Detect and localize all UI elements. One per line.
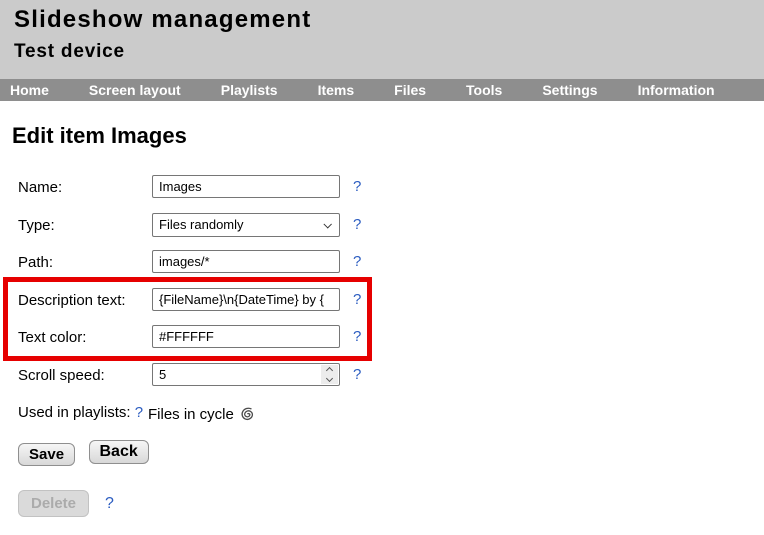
type-label: Type: — [18, 216, 55, 234]
scroll-speed-label: Scroll speed: — [18, 366, 105, 384]
edit-item-form: Name: ? Type: Files randomly ? Path: ? D… — [18, 175, 361, 400]
nav-item-settings[interactable]: Settings — [542, 82, 597, 98]
form-row-name: Name: ? — [18, 175, 361, 213]
used-in-playlists-row: Used in playlists: ? Files in cycle — [18, 398, 256, 423]
nav-item-items[interactable]: Items — [318, 82, 355, 98]
text-color-help-link[interactable]: ? — [353, 325, 361, 345]
nav-item-screen-layout[interactable]: Screen layout — [89, 82, 181, 98]
text-color-label: Text color: — [18, 329, 87, 346]
description-text-input[interactable] — [152, 287, 340, 311]
text-color-input[interactable] — [152, 325, 340, 348]
type-help-link[interactable]: ? — [353, 213, 361, 233]
playlist-link[interactable]: Files in cycle — [148, 406, 234, 423]
delete-help-link[interactable]: ? — [105, 495, 114, 513]
spinner-up-icon[interactable] — [325, 366, 334, 374]
form-row-path: Path: ? — [18, 250, 361, 288]
device-name: Test device — [14, 41, 125, 62]
app-title: Slideshow management — [14, 6, 312, 33]
form-row-description-text: Description text: ? — [18, 287, 361, 326]
description-text-help-link[interactable]: ? — [353, 288, 361, 308]
scroll-speed-input[interactable] — [152, 362, 340, 386]
delete-button: Delete — [18, 490, 90, 517]
form-row-text-color: Text color: ? — [18, 325, 361, 363]
action-buttons: Save Back — [18, 440, 149, 467]
path-label: Path: — [18, 254, 54, 271]
spinner-down-icon[interactable] — [325, 374, 334, 382]
used-in-playlists-label: Used in playlists: — [18, 404, 131, 421]
used-in-playlists-value: Files in cycle — [148, 398, 256, 423]
path-help-link[interactable]: ? — [353, 250, 361, 270]
description-text-label: Description text: — [18, 291, 126, 309]
path-input[interactable] — [152, 250, 340, 273]
name-input[interactable] — [152, 175, 340, 198]
scroll-speed-help-link[interactable]: ? — [353, 363, 361, 383]
save-button[interactable]: Save — [18, 443, 76, 466]
type-select[interactable]: Files randomly — [152, 212, 340, 237]
main-nav: Home Screen layout Playlists Items Files… — [0, 79, 764, 101]
nav-item-information[interactable]: Information — [638, 82, 715, 98]
page-title: Edit item Images — [12, 123, 187, 148]
back-button[interactable]: Back — [88, 440, 149, 464]
delete-row: Delete ? — [18, 490, 114, 517]
name-help-link[interactable]: ? — [353, 175, 361, 195]
name-label: Name: — [18, 179, 63, 196]
used-in-playlists-help-link[interactable]: ? — [135, 401, 143, 421]
nav-item-home[interactable]: Home — [10, 82, 49, 98]
type-select-value: Files randomly — [159, 217, 244, 232]
nav-item-playlists[interactable]: Playlists — [221, 82, 278, 98]
paperclip-icon[interactable] — [240, 407, 256, 422]
form-row-scroll-speed: Scroll speed: ? — [18, 362, 361, 401]
nav-item-tools[interactable]: Tools — [466, 82, 502, 98]
number-spinner[interactable] — [321, 364, 338, 384]
form-row-type: Type: Files randomly ? — [18, 212, 361, 251]
app-header: Slideshow management Test device — [0, 0, 764, 79]
nav-item-files[interactable]: Files — [394, 82, 426, 98]
chevron-down-icon — [323, 219, 332, 229]
used-in-playlists-label-col: Used in playlists: ? — [18, 398, 148, 423]
